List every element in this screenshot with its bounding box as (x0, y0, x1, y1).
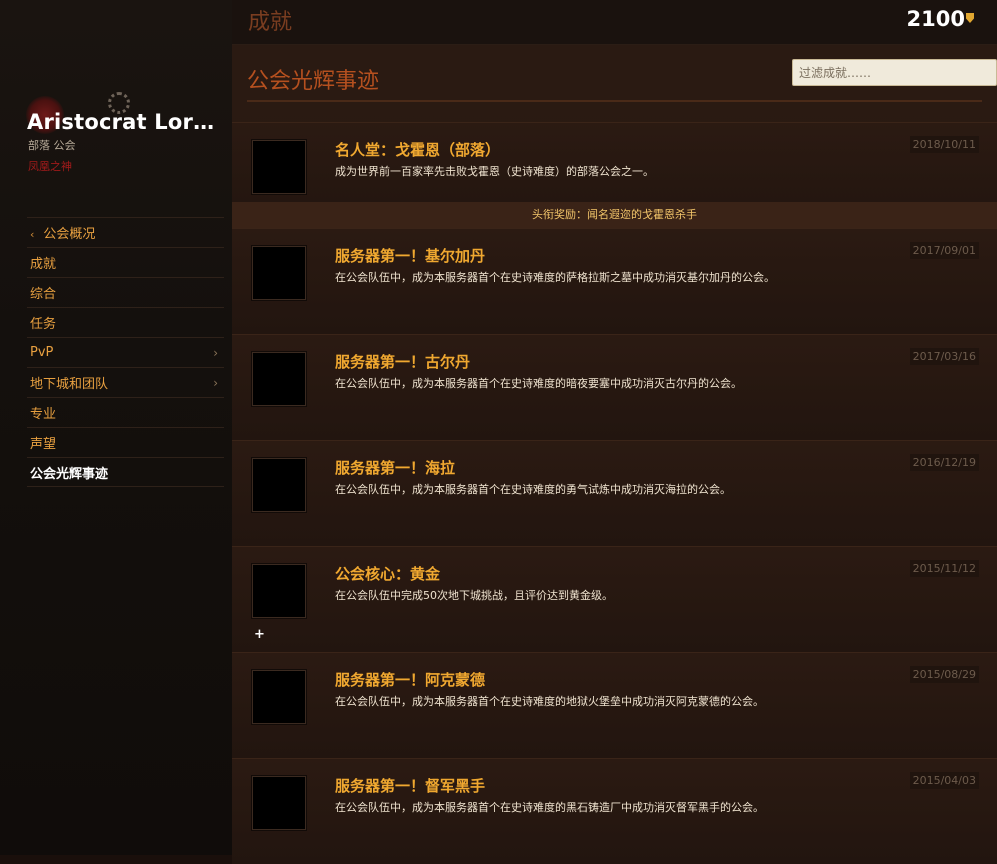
achievement-description: 在公会队伍中完成50次地下城挑战，且评价达到黄金级。 (335, 589, 613, 602)
section-title: 公会光辉事迹 (247, 69, 380, 94)
achievement-date: 2016/12/19 (909, 454, 979, 471)
top-bar: 成就 2100 (232, 0, 997, 45)
main-content: 公会光辉事迹 名人堂：戈霍恩（部落） 成为世界前一百家率先击败戈霍恩（史诗难度）… (232, 45, 997, 864)
nav-item-dungeons-raids[interactable]: 地下城和团队 › (27, 367, 224, 397)
achievement-item[interactable]: 公会核心：黄金 在公会队伍中完成50次地下城挑战，且评价达到黄金级。 2015/… (232, 546, 997, 652)
achievement-item[interactable]: 名人堂：戈霍恩（部落） 成为世界前一百家率先击败戈霍恩（史诗难度）的部落公会之一… (232, 122, 997, 228)
achievement-description: 在公会队伍中，成为本服务器首个在史诗难度的黑石铸造厂中成功消灭督军黑手的公会。 (335, 801, 764, 814)
nav-item-professions[interactable]: 专业 (27, 397, 224, 427)
nav-item-pvp[interactable]: PvP › (27, 337, 224, 367)
sidebar: Aristocrat Lordl... 部落 公会 凤凰之神 ‹ 公会概况 成就 … (0, 0, 232, 855)
nav-item-label: 公会概况 (43, 227, 96, 242)
achievement-item[interactable]: 服务器第一！海拉 在公会队伍中，成为本服务器首个在史诗难度的勇气试炼中成功消灭海… (232, 440, 997, 546)
chevron-right-icon: › (213, 345, 218, 360)
achievement-title: 服务器第一！督军黑手 (335, 777, 486, 795)
achievement-icon (252, 458, 306, 512)
achievement-title: 服务器第一！阿克蒙德 (335, 671, 486, 689)
achievement-title: 公会核心：黄金 (335, 565, 441, 583)
achievement-description: 在公会队伍中，成为本服务器首个在史诗难度的萨格拉斯之墓中成功消灭基尔加丹的公会。 (335, 271, 775, 284)
achievement-description: 成为世界前一百家率先击败戈霍恩（史诗难度）的部落公会之一。 (335, 165, 654, 178)
nav-item-label: 公会光辉事迹 (30, 466, 109, 482)
nav-item-quests[interactable]: 任务 (27, 307, 224, 337)
achievement-description: 在公会队伍中，成为本服务器首个在史诗难度的勇气试炼中成功消灭海拉的公会。 (335, 483, 731, 496)
achievement-icon (252, 670, 306, 724)
achievement-date: 2015/04/03 (909, 772, 979, 789)
achievement-date: 2015/11/12 (909, 560, 979, 577)
nav-item-guild-overview[interactable]: ‹ 公会概况 (27, 217, 224, 247)
achievement-description: 在公会队伍中，成为本服务器首个在史诗难度的暗夜要塞中成功消灭古尔丹的公会。 (335, 377, 742, 390)
nav-item-label: PvP (30, 345, 54, 360)
achievement-title: 服务器第一！海拉 (335, 459, 456, 477)
achievement-list: 名人堂：戈霍恩（部落） 成为世界前一百家率先击败戈霍恩（史诗难度）的部落公会之一… (232, 122, 997, 864)
achievement-icon (252, 140, 306, 194)
sidebar-nav: ‹ 公会概况 成就 综合 任务 PvP › 地下城和团队 › 专业 声望 公会光辉… (27, 217, 224, 487)
chevron-right-icon: › (213, 375, 218, 390)
nav-item-achievements[interactable]: 成就 (27, 247, 224, 277)
nav-item-label: 综合 (30, 287, 57, 302)
guild-subtitle: 部落 公会 (28, 139, 76, 152)
achievement-date: 2018/10/11 (909, 136, 979, 153)
guild-realm: 凤凰之神 (28, 160, 72, 173)
nav-item-label: 声望 (30, 437, 57, 452)
nav-item-label: 专业 (30, 407, 57, 422)
section-header: 公会光辉事迹 (247, 45, 997, 102)
achievement-icon (252, 776, 306, 830)
nav-item-label: 成就 (30, 257, 57, 272)
nav-item-general[interactable]: 综合 (27, 277, 224, 307)
achievement-date: 2017/03/16 (909, 348, 979, 365)
achievement-title: 名人堂：戈霍恩（部落） (335, 141, 501, 159)
achievement-item[interactable]: 服务器第一！阿克蒙德 在公会队伍中，成为本服务器首个在史诗难度的地狱火堡垒中成功… (232, 652, 997, 758)
achievement-item[interactable]: 服务器第一！古尔丹 在公会队伍中，成为本服务器首个在史诗难度的暗夜要塞中成功消灭… (232, 334, 997, 440)
achievement-date: 2017/09/01 (909, 242, 979, 259)
achievement-title: 服务器第一！基尔加丹 (335, 247, 486, 265)
achievement-reward: 头衔奖励：闻名遐迩的戈霍恩杀手 (232, 202, 997, 228)
achievement-description: 在公会队伍中，成为本服务器首个在史诗难度的地狱火堡垒中成功消灭阿克蒙德的公会。 (335, 695, 764, 708)
expand-plus-icon[interactable]: + (254, 627, 265, 642)
achievement-points: 2100 (906, 7, 965, 31)
achievement-icon (252, 352, 306, 406)
back-arrow-icon: ‹ (30, 228, 35, 241)
nav-item-reputation[interactable]: 声望 (27, 427, 224, 457)
achievement-icon (252, 564, 306, 618)
guild-name: Aristocrat Lordl... (27, 110, 227, 134)
nav-item-label: 地下城和团队 (30, 377, 109, 392)
nav-item-feats-of-strength[interactable]: 公会光辉事迹 (27, 457, 224, 487)
achievement-icon (252, 246, 306, 300)
achievement-item[interactable]: 服务器第一！督军黑手 在公会队伍中，成为本服务器首个在史诗难度的黑石铸造厂中成功… (232, 758, 997, 864)
shield-icon (966, 13, 974, 23)
achievement-item[interactable]: 服务器第一！基尔加丹 在公会队伍中，成为本服务器首个在史诗难度的萨格拉斯之墓中成… (232, 228, 997, 334)
achievement-date: 2015/08/29 (909, 666, 979, 683)
achievement-title: 服务器第一！古尔丹 (335, 353, 471, 371)
page-title: 成就 (248, 10, 293, 35)
nav-item-label: 任务 (30, 317, 57, 332)
filter-input[interactable] (792, 59, 997, 86)
